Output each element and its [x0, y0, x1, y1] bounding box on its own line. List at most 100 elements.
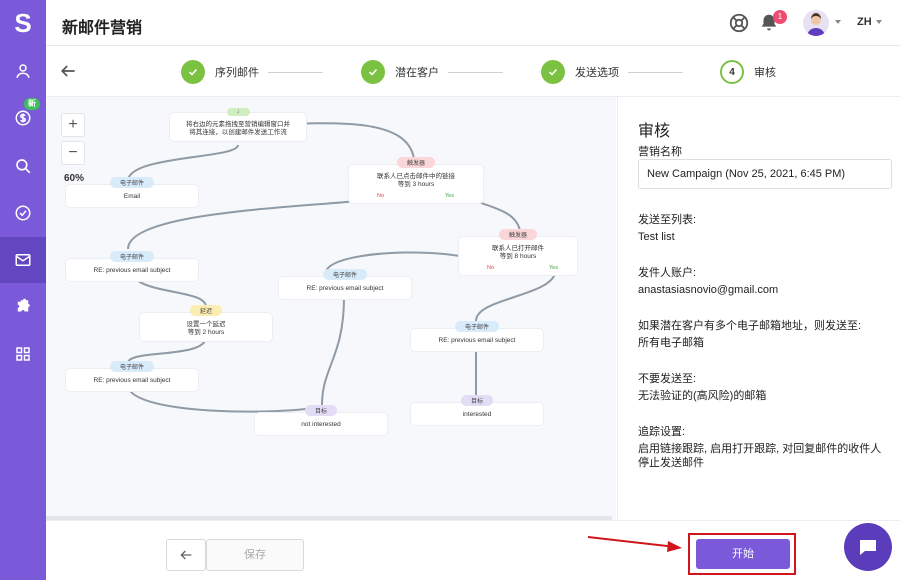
top-header: 新邮件营销 1 ZH [46, 0, 900, 46]
goal-text: interested [462, 411, 492, 418]
email-subject: RE: previous email subject [93, 377, 171, 384]
sidebar: S 新 [0, 0, 46, 580]
trigger-wait: 等到 3 hours [397, 181, 435, 188]
connector [321, 296, 345, 406]
goal-node[interactable]: 目标 interested [411, 395, 543, 425]
step-review[interactable]: 4 审核 [720, 59, 776, 85]
chat-icon [860, 540, 876, 555]
branch-yes: Yes [549, 265, 558, 271]
goal-tag: 目标 [460, 395, 493, 406]
back-arrow-icon[interactable] [58, 61, 78, 81]
sidebar-item-campaigns[interactable] [0, 237, 46, 283]
step-done-icon [181, 60, 205, 84]
campaign-name-label: 营销名称 [638, 146, 682, 158]
branch-no: No [377, 193, 385, 199]
flow-connectors [127, 122, 557, 413]
dont-send-label: 不要发送至: [638, 373, 697, 385]
goal-tag: 目标 [304, 405, 337, 416]
app-root: S 新 新邮件营销 1 ZH 序列邮件 潜在客户 发送选项 4 审核 + − 6… [0, 0, 900, 580]
mail-icon [15, 254, 31, 266]
multi-email-label: 如果潜在客户有多个电子邮箱地址，则发送至: [638, 320, 862, 332]
trigger-wait: 等到 8 hours [499, 253, 537, 260]
tracking-label: 追踪设置: [638, 426, 686, 438]
trigger-condition: 联系人已打开邮件 [492, 245, 544, 252]
trigger-node[interactable]: 触发器 联系人已打开邮件 等到 8 hours No Yes [459, 229, 577, 275]
trigger-condition: 联系人已点击邮件中的链接 [377, 173, 455, 180]
sidebar-item-profile[interactable] [0, 48, 46, 94]
step-connector [628, 72, 683, 73]
email-tag: 电子邮件 [109, 361, 154, 372]
email-node[interactable]: 电子邮件 RE: previous email subject [411, 321, 543, 351]
support-icon[interactable] [728, 12, 750, 34]
chat-button[interactable] [844, 523, 892, 571]
start-node-line2: 将其连接，以创建邮件发送工作流 [189, 129, 287, 136]
branch-yes: Yes [445, 193, 454, 199]
goal-text: not interested [301, 421, 341, 428]
multi-email-value: 所有电子邮箱 [638, 337, 704, 349]
language-dropdown-icon[interactable] [876, 20, 882, 24]
search-icon [16, 159, 31, 174]
puzzle-icon [17, 298, 30, 312]
step-label: 发送选项 [575, 67, 619, 79]
workflow-canvas[interactable]: + − 60% ↓ 将右边的元素拖拽至营销编辑窗口并 将其连接，以创建邮件发送工… [46, 97, 616, 520]
new-badge: 新 [24, 98, 40, 110]
email-node[interactable]: 电子邮件 RE: previous email subject [279, 269, 411, 299]
email-subject: RE: previous email subject [306, 285, 384, 292]
step-leads[interactable]: 潜在客户 [361, 59, 439, 85]
sidebar-item-apps[interactable] [0, 331, 46, 377]
tracking-value: 启用链接跟踪, 启用打开跟踪, 对回复邮件的收件人停止发送邮件 [638, 443, 882, 469]
annotation-arrow-icon [587, 536, 682, 552]
save-button[interactable]: 保存 [206, 539, 304, 571]
email-node[interactable]: 电子邮件 Email [66, 177, 198, 207]
goal-node[interactable]: 目标 not interested [255, 405, 387, 435]
email-tag: 电子邮件 [322, 269, 367, 280]
trigger-tag: 触发器 [396, 157, 435, 168]
sender-value: anastasiasnovio@gmail.com [638, 284, 779, 296]
review-title: 审核 [638, 123, 671, 140]
connector [475, 268, 557, 322]
notification-badge: 1 [773, 10, 787, 24]
email-subject: RE: previous email subject [93, 267, 171, 274]
user-avatar-icon [807, 13, 825, 36]
delay-text: 设置一个延迟 [186, 321, 226, 328]
connector [127, 144, 239, 182]
sender-label: 发件人账户: [638, 267, 697, 279]
page-title: 新邮件营销 [62, 20, 143, 37]
language-selector[interactable]: ZH [857, 16, 872, 28]
avatar-dropdown-icon[interactable] [835, 20, 841, 24]
check-circle-icon [15, 205, 31, 221]
sidebar-item-verify[interactable] [0, 190, 46, 236]
trigger-tag: 触发器 [498, 229, 537, 240]
review-panel: 审核 营销名称 New Campaign (Nov 25, 2021, 6:45… [617, 97, 900, 520]
step-label: 序列邮件 [215, 67, 259, 79]
back-button[interactable] [166, 539, 206, 571]
sidebar-item-integrations[interactable] [0, 284, 46, 330]
email-node[interactable]: 电子邮件 RE: previous email subject [66, 251, 198, 281]
delay-tag: 延迟 [189, 305, 222, 316]
email-subject: Email [123, 193, 141, 200]
dont-send-value: 无法验证的(高风险)的邮箱 [638, 390, 767, 402]
email-node[interactable]: 电子邮件 RE: previous email subject [66, 361, 198, 391]
app-logo[interactable]: S [0, 4, 46, 42]
email-tag: 电子邮件 [109, 177, 154, 188]
step-sequence[interactable]: 序列邮件 [181, 59, 259, 85]
delay-node[interactable]: 延迟 设置一个延迟 等到 2 hours [140, 305, 272, 341]
start-node[interactable]: ↓ 将右边的元素拖拽至营销编辑窗口并 将其连接，以创建邮件发送工作流 [170, 108, 306, 141]
email-tag: 电子邮件 [454, 321, 499, 332]
dollar-circle-icon [15, 110, 31, 126]
step-done-icon [361, 60, 385, 84]
campaign-name-field[interactable]: New Campaign (Nov 25, 2021, 6:45 PM) [638, 159, 892, 189]
start-button[interactable]: 开始 [696, 539, 790, 569]
sidebar-item-search[interactable] [0, 143, 46, 189]
trigger-node[interactable]: 触发器 联系人已点击邮件中的链接 等到 3 hours No Yes [349, 157, 483, 203]
branch-no: No [487, 265, 495, 271]
footer-bar: 保存 开始 [46, 520, 900, 580]
start-arrow-icon: ↓ [226, 108, 250, 116]
avatar[interactable] [803, 10, 829, 36]
start-node-line1: 将右边的元素拖拽至营销编辑窗口并 [186, 121, 290, 128]
person-icon [16, 64, 30, 78]
email-subject: RE: previous email subject [438, 337, 516, 344]
arrow-left-icon [180, 550, 192, 560]
step-options[interactable]: 发送选项 [541, 59, 619, 85]
delay-wait: 等到 2 hours [187, 329, 225, 336]
